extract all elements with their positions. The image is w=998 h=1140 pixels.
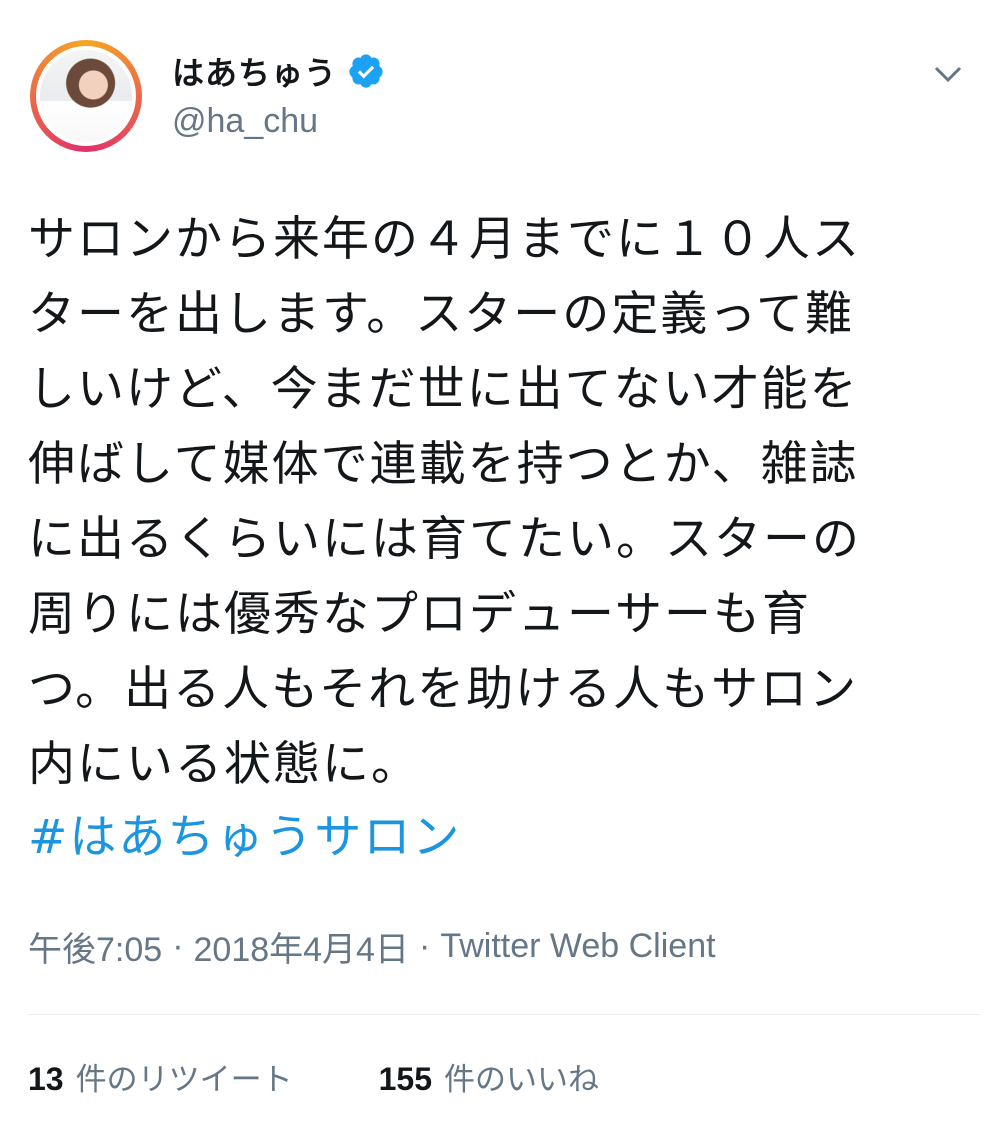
display-name[interactable]: はあちゅう [172, 48, 337, 94]
hashtag-link[interactable]: #はあちゅうサロン [28, 800, 461, 875]
tweet-header: はあちゅう @ha_chu [30, 36, 970, 156]
retweets-stat[interactable]: 13 件のリツイート [28, 1054, 293, 1099]
tweet-date[interactable]: 2018年4月4日 [194, 922, 409, 971]
tweet-text: サロンから来年の４月までに１０人ス ターを出します。スターの定義って難 しいけど… [28, 212, 861, 792]
retweets-count: 13 [28, 1061, 64, 1097]
chevron-down-icon[interactable] [930, 56, 966, 92]
user-handle[interactable]: @ha_chu [172, 102, 385, 141]
likes-count: 155 [378, 1061, 432, 1097]
verified-badge-icon [347, 52, 385, 90]
display-name-row: はあちゅう [172, 50, 385, 92]
tweet-stats: 13 件のリツイート 155 件のいいね [28, 1054, 599, 1099]
tweet-client[interactable]: Twitter Web Client [440, 927, 715, 966]
user-name-block[interactable]: はあちゅう @ha_chu [172, 50, 385, 141]
likes-label: 件のいいね [443, 1062, 599, 1098]
tweet-time[interactable]: 午後7:05 [28, 922, 162, 971]
likes-stat[interactable]: 155 件のいいね [379, 1054, 599, 1099]
avatar-ring[interactable] [30, 40, 142, 152]
meta-separator: · [418, 927, 431, 965]
retweets-label: 件のリツイート [75, 1062, 293, 1098]
avatar[interactable] [36, 46, 136, 146]
tweet-meta: 午後7:05 · 2018年4月4日 · Twitter Web Client [28, 922, 716, 971]
meta-separator: · [172, 927, 184, 965]
tweet-card: はあちゅう @ha_chu サロンから来年の４月までに１０人ス ターを出します。… [0, 0, 998, 1140]
divider [28, 1014, 980, 1015]
